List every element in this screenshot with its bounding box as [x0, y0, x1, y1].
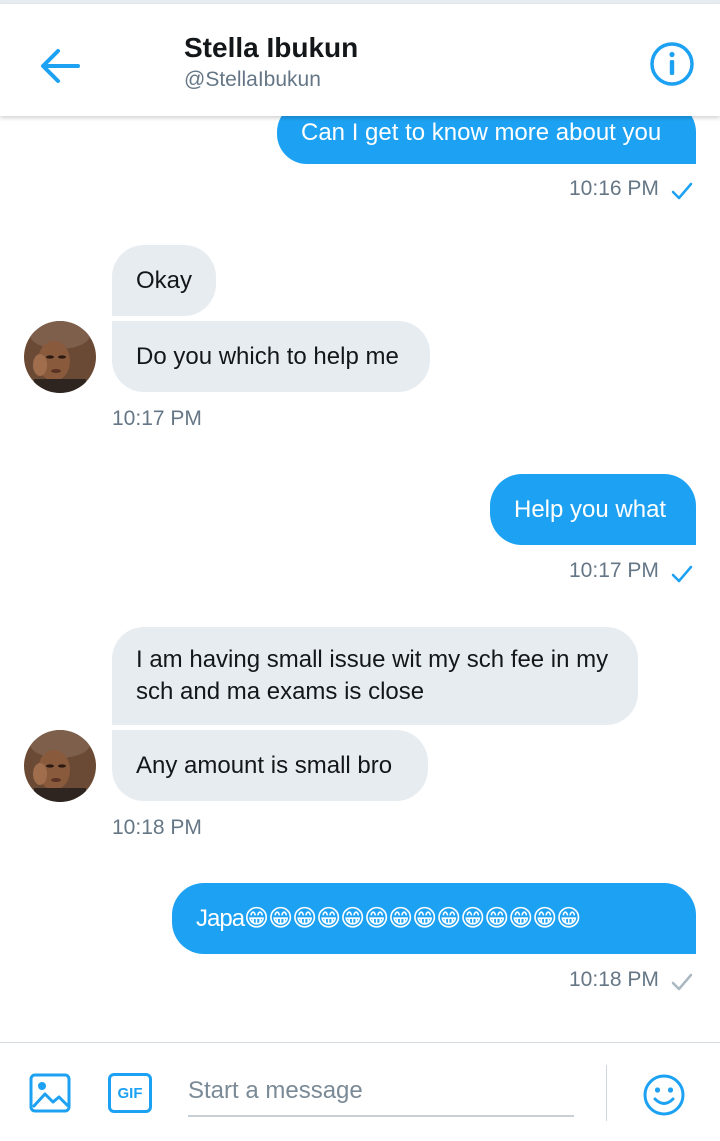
contact-name[interactable]: Stella Ibukun — [184, 32, 358, 64]
incoming-message-bubble[interactable]: I am having small issue wit my sch fee i… — [112, 627, 638, 725]
message-list[interactable]: Can I get to know more about you 10:16 P… — [0, 116, 720, 1042]
message-text: I am having small issue wit my sch fee i… — [136, 646, 609, 705]
incoming-message-bubble[interactable]: Any amount is small bro — [112, 730, 428, 801]
message-text: Can I get to know more about you — [301, 119, 662, 146]
image-icon — [29, 1073, 71, 1113]
info-icon — [650, 42, 694, 86]
gif-button[interactable]: GIF — [108, 1073, 152, 1113]
outgoing-message-bubble[interactable]: Can I get to know more about you — [277, 116, 696, 164]
outgoing-message-bubble[interactable]: Help you what — [490, 474, 696, 545]
gif-icon: GIF — [117, 1084, 143, 1102]
message-text: Help you what — [514, 495, 667, 523]
emoji-icon — [643, 1074, 685, 1116]
message-composer: GIF — [0, 1042, 720, 1141]
conversation-header: Stella Ibukun @StellaIbukun — [0, 4, 720, 116]
message-text: Any amount is small bro — [136, 751, 393, 779]
back-button[interactable] — [36, 44, 84, 88]
message-text: Japa😁😁😁😁😁😁😁😁😁😁😁😁😁😁 — [196, 904, 581, 932]
add-image-button[interactable] — [28, 1071, 72, 1115]
message-timestamp: 10:16 PM — [569, 177, 659, 200]
contact-handle: @StellaIbukun — [184, 68, 321, 91]
checkmark-icon — [671, 565, 693, 583]
message-timestamp: 10:18 PM — [112, 816, 202, 839]
info-button[interactable] — [648, 40, 696, 88]
message-text: Okay — [136, 266, 193, 294]
avatar[interactable] — [24, 730, 96, 802]
back-arrow-icon — [41, 49, 80, 83]
emoji-button[interactable] — [642, 1073, 686, 1117]
message-timestamp: 10:17 PM — [112, 407, 202, 430]
avatar[interactable] — [24, 321, 96, 393]
outgoing-message-bubble[interactable]: Japa😁😁😁😁😁😁😁😁😁😁😁😁😁😁 — [172, 883, 696, 954]
checkmark-icon — [671, 182, 693, 200]
divider — [606, 1065, 607, 1121]
message-input[interactable] — [188, 1067, 574, 1117]
message-timestamp: 10:18 PM — [569, 968, 659, 991]
message-timestamp: 10:17 PM — [569, 559, 659, 582]
incoming-message-bubble[interactable]: Do you which to help me — [112, 321, 430, 392]
checkmark-icon — [671, 973, 693, 991]
message-text: Do you which to help me — [136, 342, 399, 370]
incoming-message-bubble[interactable]: Okay — [112, 245, 216, 316]
